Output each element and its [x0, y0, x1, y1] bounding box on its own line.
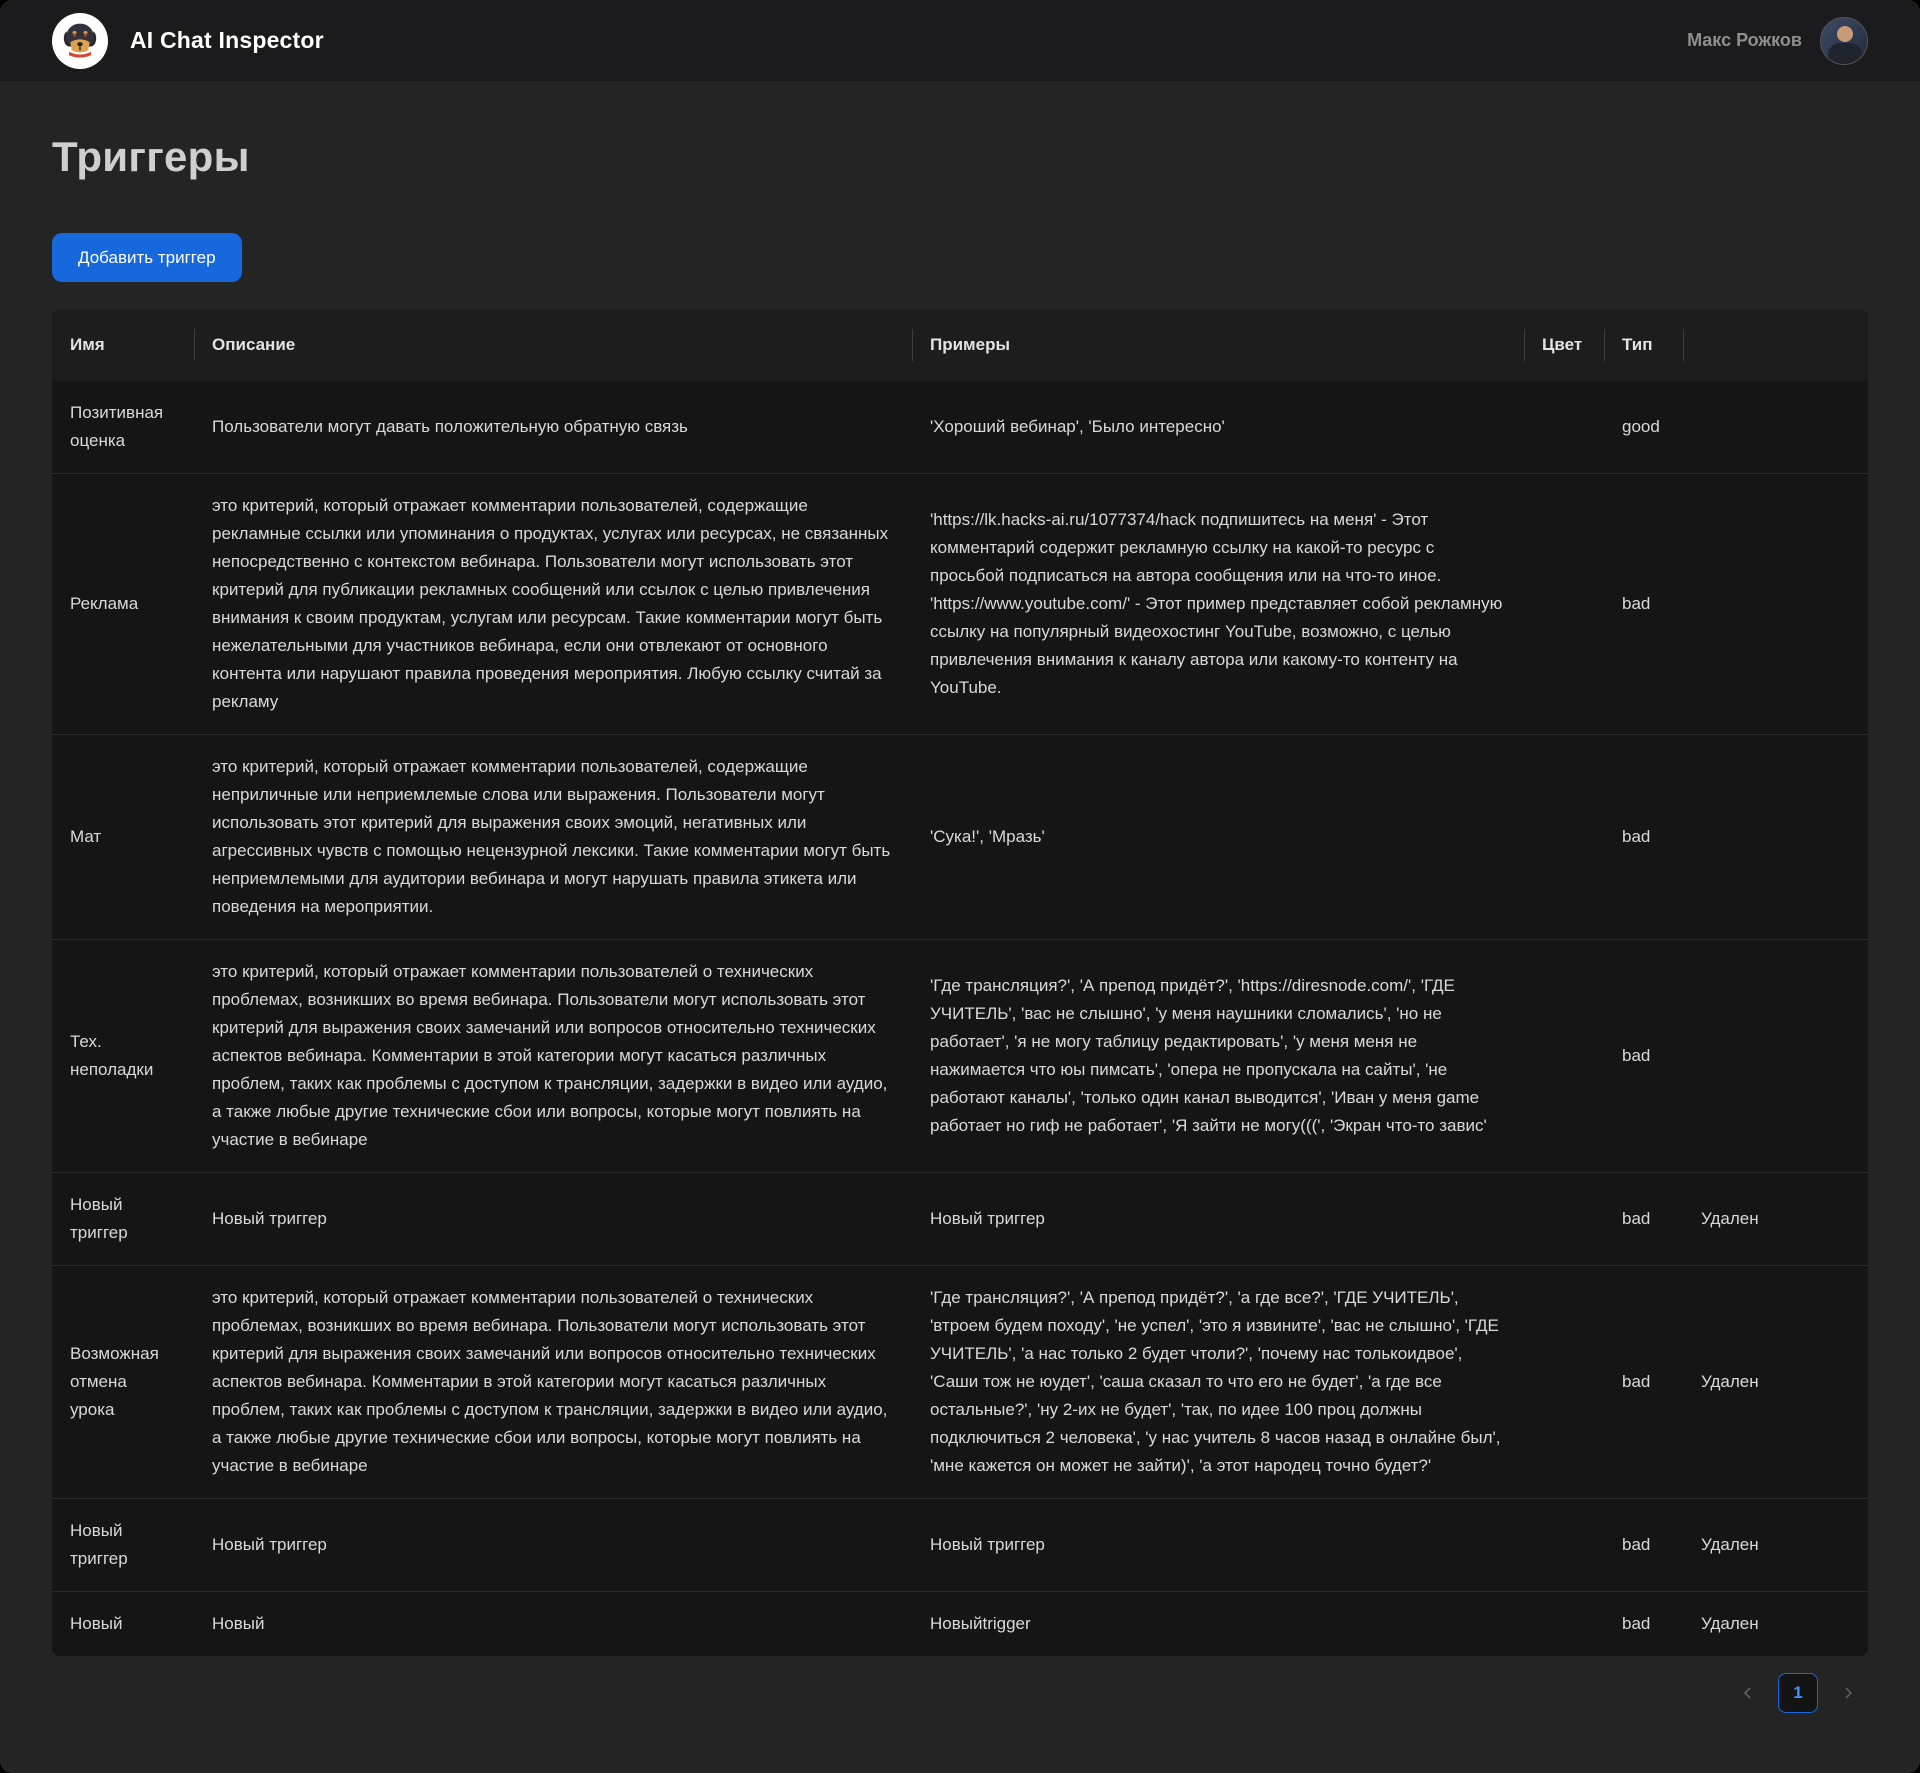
- cell-color: [1524, 1527, 1604, 1563]
- user-name: Макс Рожков: [1687, 30, 1802, 51]
- cell-description: это критерий, который отражает комментар…: [194, 940, 912, 1172]
- deleted-status[interactable]: Удален: [1683, 1513, 1868, 1577]
- page-number-button[interactable]: 1: [1778, 1673, 1818, 1713]
- cell-description: Новый триггер: [194, 1513, 912, 1577]
- dog-logo-icon: [58, 16, 102, 65]
- add-trigger-button[interactable]: Добавить триггер: [52, 233, 242, 282]
- cell-examples: 'Хороший вебинар', 'Было интересно': [912, 395, 1524, 459]
- cell-color: [1524, 1606, 1604, 1642]
- page-title: Триггеры: [52, 133, 1868, 181]
- column-header-name: Имя: [52, 309, 194, 381]
- table-row: Возможная отмена урока это критерий, кот…: [52, 1265, 1868, 1498]
- cell-description: Пользователи могут давать положительную …: [194, 395, 912, 459]
- cell-examples: Новый триггер: [912, 1513, 1524, 1577]
- cell-type: bad: [1604, 572, 1683, 636]
- app-title: AI Chat Inspector: [130, 27, 324, 54]
- cell-examples: 'https://lk.hacks-ai.ru/1077374/hack под…: [912, 488, 1524, 720]
- cell-name: Тех. неполадки: [52, 1010, 194, 1102]
- main-content: Триггеры Добавить триггер Имя Описание П…: [0, 133, 1920, 1773]
- cell-name: Реклама: [52, 572, 194, 636]
- cell-examples: 'Сука!', 'Мразь': [912, 805, 1524, 869]
- app-window: AI Chat Inspector Макс Рожков Триггеры Д…: [0, 0, 1920, 1773]
- cell-type: bad: [1604, 1187, 1683, 1251]
- cell-color: [1524, 1038, 1604, 1074]
- cell-type: good: [1604, 395, 1683, 459]
- topbar: AI Chat Inspector Макс Рожков: [0, 0, 1920, 81]
- cell-name: Мат: [52, 805, 194, 869]
- cell-color: [1524, 586, 1604, 622]
- cell-name: Новый: [52, 1592, 194, 1656]
- table-row: Новый Новый Новыйtrigger bad Удален: [52, 1591, 1868, 1656]
- app-logo: [52, 13, 108, 69]
- table-row: Новый триггер Новый триггер Новый тригге…: [52, 1498, 1868, 1591]
- cell-examples: 'Где трансляция?', 'А препод придёт?', '…: [912, 954, 1524, 1158]
- cell-type: bad: [1604, 1592, 1683, 1656]
- column-header-color: Цвет: [1524, 309, 1604, 381]
- deleted-status[interactable]: Удален: [1683, 1187, 1868, 1251]
- cell-type: bad: [1604, 805, 1683, 869]
- deleted-status[interactable]: [1683, 586, 1868, 622]
- deleted-status[interactable]: Удален: [1683, 1592, 1868, 1656]
- user-avatar[interactable]: [1820, 17, 1868, 65]
- cell-type: bad: [1604, 1350, 1683, 1414]
- deleted-status[interactable]: Удален: [1683, 1350, 1868, 1414]
- chevron-left-icon: [1741, 1686, 1755, 1700]
- cell-color: [1524, 1364, 1604, 1400]
- cell-type: bad: [1604, 1513, 1683, 1577]
- cell-description: это критерий, который отражает комментар…: [194, 474, 912, 734]
- chevron-right-icon: [1841, 1686, 1855, 1700]
- cell-description: это критерий, который отражает комментар…: [194, 735, 912, 939]
- table-row: Реклама это критерий, который отражает к…: [52, 473, 1868, 734]
- column-header-examples: Примеры: [912, 309, 1524, 381]
- deleted-status[interactable]: [1683, 409, 1868, 445]
- table-row: Позитивная оценка Пользователи могут дав…: [52, 381, 1868, 473]
- cell-name: Новый триггер: [52, 1173, 194, 1265]
- table-row: Тех. неполадки это критерий, который отр…: [52, 939, 1868, 1172]
- previous-page-button[interactable]: [1728, 1673, 1768, 1713]
- cell-name: Новый триггер: [52, 1499, 194, 1591]
- cell-color: [1524, 819, 1604, 855]
- cell-examples: Новыйtrigger: [912, 1592, 1524, 1656]
- cell-description: это критерий, который отражает комментар…: [194, 1266, 912, 1498]
- table-row: Новый триггер Новый триггер Новый тригге…: [52, 1172, 1868, 1265]
- cell-type: bad: [1604, 1024, 1683, 1088]
- next-page-button[interactable]: [1828, 1673, 1868, 1713]
- cell-examples: Новый триггер: [912, 1187, 1524, 1251]
- pagination: 1: [52, 1673, 1868, 1713]
- cell-color: [1524, 1201, 1604, 1237]
- column-header-type: Тип: [1604, 309, 1683, 381]
- cell-description: Новый: [194, 1592, 912, 1656]
- cell-name: Возможная отмена урока: [52, 1322, 194, 1442]
- deleted-status[interactable]: [1683, 819, 1868, 855]
- deleted-status[interactable]: [1683, 1038, 1868, 1074]
- table-row: Мат это критерий, который отражает комме…: [52, 734, 1868, 939]
- column-header-description: Описание: [194, 309, 912, 381]
- table-body: Позитивная оценка Пользователи могут дав…: [52, 381, 1868, 1656]
- cell-examples: 'Где трансляция?', 'А препод придёт?', '…: [912, 1266, 1524, 1498]
- cell-description: Новый триггер: [194, 1187, 912, 1251]
- cell-color: [1524, 409, 1604, 445]
- triggers-table: Имя Описание Примеры Цвет Тип Позитивная…: [52, 309, 1868, 1656]
- table-header-row: Имя Описание Примеры Цвет Тип: [52, 309, 1868, 381]
- cell-name: Позитивная оценка: [52, 381, 194, 473]
- column-header-actions: [1683, 323, 1868, 367]
